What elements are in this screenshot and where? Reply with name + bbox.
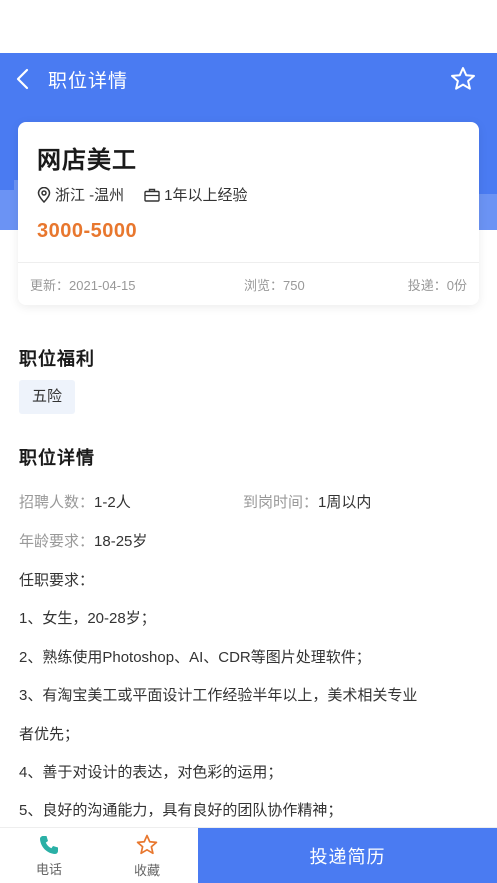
requirement-line: 2、熟练使用Photoshop、AI、CDR等图片处理软件； [19, 649, 371, 666]
page-title: 职位详情 [48, 70, 129, 92]
experience-text: 1年以上经验 [164, 187, 248, 204]
job-title: 网店美工 [37, 147, 137, 174]
chevron-left-icon [16, 68, 29, 90]
age-label: 年龄要求： [19, 533, 95, 550]
card-footer: 更新：2021-04-15 浏览：750 投递：0份 [18, 262, 479, 305]
headcount-label: 招聘人数： [19, 494, 95, 511]
favorite-button[interactable]: 收藏 [98, 828, 196, 883]
bottom-action-bar: 电话 收藏 投递简历 [0, 827, 497, 883]
requirement-line: 者优先； [19, 726, 80, 743]
back-button[interactable] [0, 53, 44, 105]
job-summary-card: 网店美工 浙江 -温州 1年以上经验 3000-5000 更新：2021-04-… [18, 122, 479, 305]
requirement-line: 4、善于对设计的表达，对色彩的运用； [19, 764, 283, 781]
salary: 3000-5000 [37, 220, 138, 242]
star-outline-icon [136, 834, 158, 855]
job-meta: 浙江 -温州 1年以上经验 [37, 184, 268, 205]
update-date: 更新：2021-04-15 [30, 277, 136, 293]
status-bar [0, 0, 497, 53]
requirement-line: 任职要求： [19, 572, 95, 589]
arrival-row: 到岗时间：1周以内 [243, 491, 371, 512]
location: 浙江 -温州 [37, 184, 124, 205]
location-pin-icon [37, 186, 51, 203]
requirement-line: 3、有淘宝美工或平面设计工作经验半年以上，美术相关专业 [19, 687, 418, 704]
apply-resume-button[interactable]: 投递简历 [198, 828, 497, 883]
requirement-line: 5、良好的沟通能力，具有良好的团队协作精神； [19, 802, 343, 819]
favorite-label: 收藏 [133, 863, 160, 878]
headcount-value: 1-2人 [94, 494, 131, 511]
arrival-label: 到岗时间： [243, 494, 319, 511]
requirement-line: 1、女生，20-28岁； [19, 610, 156, 627]
view-count: 浏览：750 [244, 277, 305, 293]
experience: 1年以上经验 [144, 184, 248, 205]
headcount-row: 招聘人数：1-2人 [19, 491, 131, 512]
location-text: 浙江 -温州 [55, 187, 125, 204]
age-value: 18-25岁 [94, 533, 148, 550]
age-row: 年龄要求：18-25岁 [19, 530, 147, 551]
details-title: 职位详情 [19, 448, 95, 468]
phone-button[interactable]: 电话 [0, 828, 98, 883]
star-icon[interactable] [449, 65, 477, 93]
phone-icon [40, 836, 58, 854]
nav-bar: 职位详情 [0, 53, 497, 105]
phone-label: 电话 [35, 862, 62, 877]
benefit-tag: 五险 [19, 380, 76, 414]
briefcase-icon [144, 188, 160, 202]
apply-count: 投递：0份 [407, 277, 467, 293]
benefits-title: 职位福利 [19, 349, 95, 369]
arrival-value: 1周以内 [318, 494, 372, 511]
